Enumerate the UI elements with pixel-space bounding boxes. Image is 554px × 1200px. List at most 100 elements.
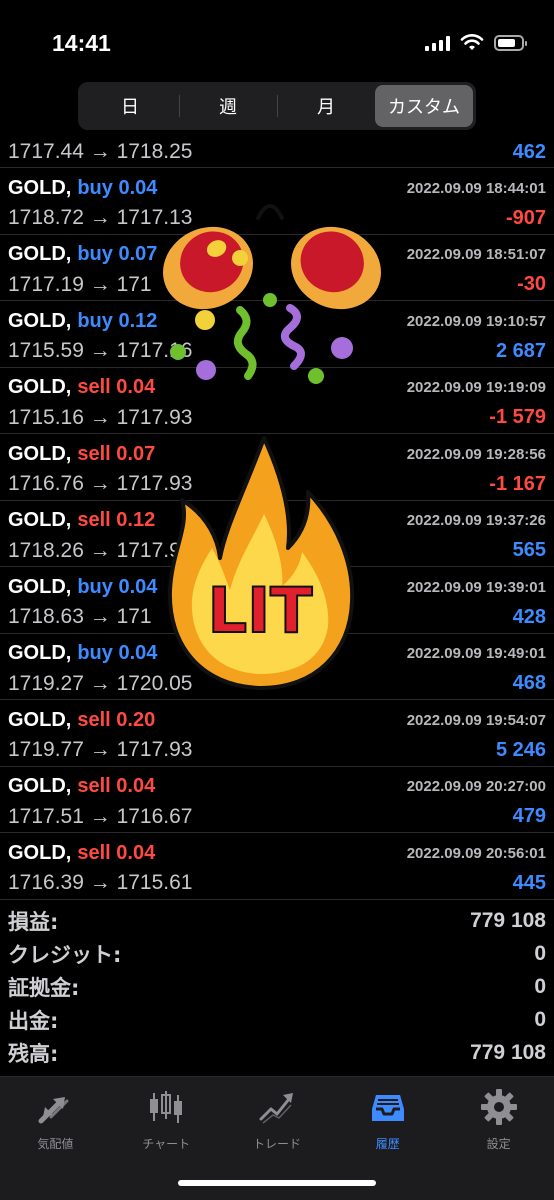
deal-prices: 1717.51 → 1716.67 (8, 804, 193, 828)
deal-symbol: GOLD, (8, 775, 72, 797)
deal-prices: 1716.39 → 1715.61 (8, 871, 193, 894)
deal-profit: -1 167 (489, 472, 546, 495)
deal-title: GOLD, buy 0.07 (8, 243, 157, 266)
deal-profit: 428 (512, 605, 546, 628)
deal-datetime: 2022.09.09 19:54:07 (406, 711, 546, 729)
deal-side-volume: sell 0.07 (77, 442, 156, 465)
segment-0[interactable]: 日 (81, 85, 179, 127)
summary-row: クレジット: 0 (0, 937, 554, 970)
wifi-icon (460, 34, 484, 50)
tab-label: チャート (142, 1137, 191, 1151)
home-indicator (178, 1180, 376, 1186)
deal-side-volume: buy 0.04 (77, 575, 158, 598)
deal-row[interactable]: GOLD, buy 0.04 2022.09.09 19:39:01 1718.63 … (0, 567, 554, 634)
tab-label: 履歴 (375, 1137, 400, 1151)
deal-title: GOLD, sell 0.20 (8, 709, 155, 732)
status-bar: 14:41 (0, 0, 554, 80)
history-tray-icon (368, 1087, 408, 1127)
quotes-arrows-icon (35, 1087, 75, 1127)
deal-datetime: 2022.09.09 19:49:01 (406, 645, 546, 662)
deal-row[interactable]: GOLD, sell 0.07 2022.09.09 19:28:56 1716.76… (0, 434, 554, 501)
tab-quotes[interactable]: 気配値 (0, 1077, 111, 1200)
deal-symbol: GOLD, (8, 309, 72, 332)
deal-row[interactable]: GOLD, sell 0.20 2022.09.09 19:54:07 1719.77… (0, 700, 554, 767)
deal-title: GOLD, buy 0.12 (8, 310, 157, 333)
deal-profit: -30 (517, 273, 546, 295)
deal-symbol: GOLD, (8, 376, 72, 398)
deal-symbol: GOLD, (8, 243, 72, 265)
deal-side-volume: sell 0.04 (77, 841, 156, 864)
settings-gear-icon (479, 1087, 519, 1127)
deal-datetime: 2022.09.09 19:19:09 (406, 379, 546, 396)
deal-row[interactable]: GOLD, sell 0.04 2022.09.09 19:19:09 1715.16… (0, 368, 554, 434)
deal-datetime: 2022.09.09 19:39:01 (406, 578, 546, 596)
deal-prices: 1717.44 → 1718.25 (8, 140, 193, 163)
deal-row[interactable]: GOLD, buy 0.07 2022.09.09 18:51:07 1717.19 … (0, 235, 554, 301)
deal-side-volume: buy 0.07 (77, 243, 158, 265)
summary-label: 残高: (8, 1041, 59, 1066)
deal-profit: 468 (512, 672, 546, 694)
candlestick-chart-icon (146, 1087, 186, 1127)
deal-prices: 1716.76 → 1717.93 (8, 472, 193, 495)
deal-symbol: GOLD, (8, 575, 72, 598)
period-segmented-control: 日週月カスタム (78, 82, 476, 130)
deal-datetime: 2022.09.09 19:37:26 (406, 512, 546, 529)
deal-title: GOLD, sell 0.04 (8, 775, 155, 798)
battery-icon (494, 35, 527, 51)
summary-value: 0 (534, 1007, 546, 1031)
signal-icon (425, 35, 450, 51)
deal-row[interactable]: GOLD, buy 0.12 2022.09.09 19:10:57 1715.59 … (0, 301, 554, 368)
deal-profit: 445 (512, 871, 546, 894)
deal-prices: 1719.77 → 1717.93 (8, 738, 193, 761)
segment-3[interactable]: カスタム (375, 85, 473, 127)
deal-datetime: 2022.09.09 18:44:01 (406, 179, 546, 197)
deal-symbol: GOLD, (8, 442, 72, 465)
deal-datetime: 2022.09.09 20:56:01 (406, 844, 546, 862)
deal-datetime: 2022.09.09 20:27:00 (406, 778, 546, 795)
deal-profit: 462 (512, 140, 546, 163)
deals-list: 1717.44 → 1718.25 462 GOLD, buy 0.04 2022.… (0, 138, 554, 900)
tab-label: トレード (252, 1137, 301, 1151)
deal-row[interactable]: GOLD, sell 0.04 2022.09.09 20:27:00 1717.51… (0, 767, 554, 833)
deal-prices: 1717.19 → 171 (8, 272, 152, 296)
deal-profit: 565 (512, 539, 546, 561)
tab-settings[interactable]: 設定 (443, 1077, 554, 1200)
deal-prices: 1718.72 → 1717.13 (8, 206, 193, 229)
summary-row: 残高: 779 108 (0, 1036, 554, 1069)
deal-symbol: GOLD, (8, 708, 72, 731)
deal-side-volume: buy 0.12 (77, 309, 158, 332)
deal-row-partial[interactable]: 1717.44 → 1718.25 462 (0, 138, 554, 168)
status-time: 14:41 (52, 30, 111, 56)
segment-2[interactable]: 月 (277, 85, 375, 127)
deal-prices: 1718.26 → 1717.93 (8, 538, 193, 562)
deal-side-volume: sell 0.12 (77, 509, 156, 531)
summary-value: 779 108 (470, 1040, 546, 1064)
summary-row: 出金: 0 (0, 1003, 554, 1036)
deal-symbol: GOLD, (8, 176, 72, 199)
deal-row[interactable]: GOLD, buy 0.04 2022.09.09 19:49:01 1719.27 … (0, 634, 554, 700)
deal-title: GOLD, buy 0.04 (8, 576, 157, 599)
summary-label: 損益: (8, 909, 59, 934)
deal-side-volume: sell 0.04 (77, 775, 156, 797)
summary-row: 損益: 779 108 (0, 904, 554, 937)
summary-value: 0 (534, 941, 546, 965)
deal-row[interactable]: GOLD, sell 0.12 2022.09.09 19:37:26 1718.26… (0, 501, 554, 567)
deal-datetime: 2022.09.09 19:10:57 (406, 312, 546, 330)
deal-prices: 1719.27 → 1720.05 (8, 671, 193, 695)
deal-row[interactable]: GOLD, sell 0.04 2022.09.09 20:56:01 1716.39… (0, 833, 554, 900)
status-icons (425, 34, 527, 52)
deal-datetime: 2022.09.09 19:28:56 (406, 445, 546, 463)
deal-title: GOLD, sell 0.04 (8, 376, 155, 399)
deal-prices: 1715.16 → 1717.93 (8, 405, 193, 429)
deal-profit: 2 687 (495, 339, 546, 362)
deal-symbol: GOLD, (8, 841, 72, 864)
deal-profit: -907 (505, 206, 546, 229)
segment-1[interactable]: 週 (179, 85, 277, 127)
deal-row[interactable]: GOLD, buy 0.04 2022.09.09 18:44:01 1718.72 … (0, 168, 554, 235)
deal-side-volume: buy 0.04 (77, 176, 158, 199)
account-summary: 損益: 779 108 クレジット: 0 証拠金: 0 出金: 0 残高: 779 108 (0, 904, 554, 1069)
deal-profit: 479 (512, 805, 546, 827)
trade-line-icon (257, 1087, 297, 1127)
deal-symbol: GOLD, (8, 509, 72, 531)
deal-symbol: GOLD, (8, 642, 72, 664)
